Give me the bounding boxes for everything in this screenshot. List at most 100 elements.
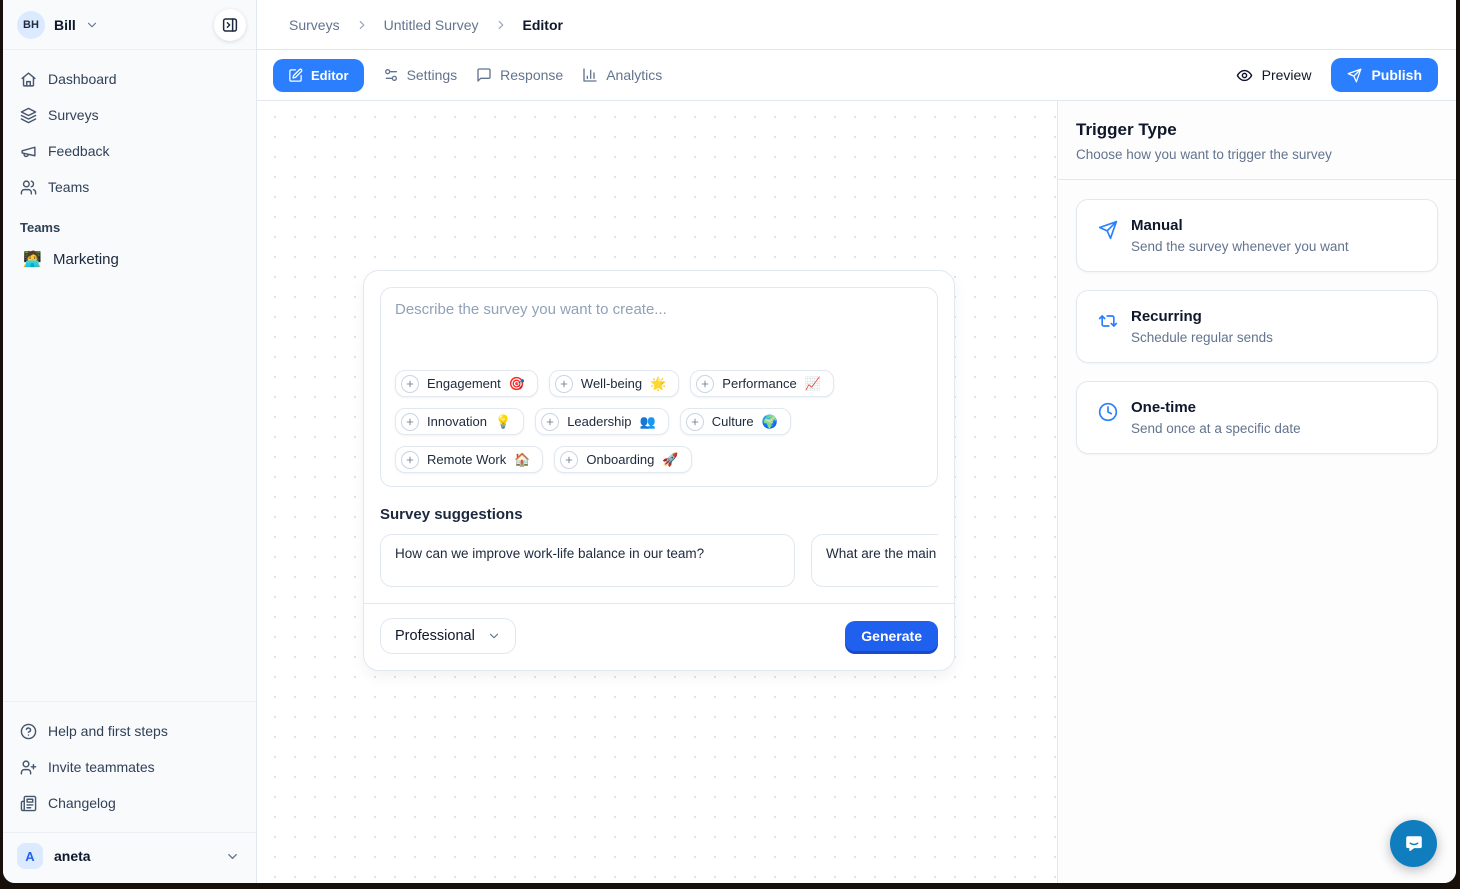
tab-editor[interactable]: Editor — [273, 59, 364, 92]
chip-emoji: 👥 — [640, 414, 656, 430]
chat-launcher-button[interactable] — [1390, 820, 1437, 867]
account-name: aneta — [54, 848, 91, 864]
topic-chips: Engagement 🎯 Well-being 🌟 — [395, 360, 923, 473]
account-menu[interactable]: A aneta — [3, 832, 256, 883]
newspaper-icon — [20, 795, 37, 812]
editor-canvas[interactable]: Engagement 🎯 Well-being 🌟 — [257, 101, 1057, 883]
send-icon — [1098, 220, 1118, 254]
chip-emoji: 💡 — [495, 414, 511, 430]
sidebar-item-label: Surveys — [48, 107, 99, 123]
plus-icon — [560, 451, 578, 469]
suggestion-card[interactable]: What are the main ob — [811, 534, 938, 587]
send-icon — [1347, 68, 1362, 83]
trigger-option-recurring[interactable]: Recurring Schedule regular sends — [1076, 290, 1438, 363]
survey-prompt-box: Engagement 🎯 Well-being 🌟 — [380, 287, 938, 487]
generate-button[interactable]: Generate — [845, 621, 938, 651]
sidebar: BH Bill Dashboard Surv — [3, 0, 257, 883]
tab-response[interactable]: Response — [476, 67, 563, 83]
chip-culture[interactable]: Culture 🌍 — [680, 408, 791, 435]
trigger-option-manual[interactable]: Manual Send the survey whenever you want — [1076, 199, 1438, 272]
chip-leadership[interactable]: Leadership 👥 — [535, 408, 669, 435]
sidebar-item-changelog[interactable]: Changelog — [11, 786, 248, 820]
option-description: Schedule regular sends — [1131, 330, 1273, 345]
plus-icon — [541, 413, 559, 431]
sidebar-item-invite[interactable]: Invite teammates — [11, 750, 248, 784]
trigger-type-panel: Trigger Type Choose how you want to trig… — [1057, 101, 1456, 883]
sidebar-item-label: Dashboard — [48, 71, 117, 87]
workspace-switcher[interactable]: BH Bill — [3, 0, 256, 50]
content-row: Engagement 🎯 Well-being 🌟 — [257, 101, 1456, 883]
breadcrumb-editor: Editor — [523, 17, 563, 33]
sidebar-nav: Dashboard Surveys Feedback Teams — [3, 50, 256, 204]
help-circle-icon — [20, 723, 37, 740]
sidebar-item-dashboard[interactable]: Dashboard — [11, 62, 248, 96]
suggestions-title: Survey suggestions — [380, 506, 938, 523]
sidebar-item-feedback[interactable]: Feedback — [11, 134, 248, 168]
publish-button[interactable]: Publish — [1331, 58, 1438, 92]
suggestion-card[interactable]: How can we improve work-life balance in … — [380, 534, 795, 587]
plus-icon — [401, 451, 419, 469]
survey-description-input[interactable] — [395, 301, 923, 360]
chip-emoji: 🌍 — [762, 414, 778, 430]
tab-settings[interactable]: Settings — [383, 67, 458, 83]
chip-performance[interactable]: Performance 📈 — [690, 370, 834, 397]
sliders-icon — [383, 67, 399, 83]
tab-analytics[interactable]: Analytics — [582, 67, 662, 83]
sidebar-item-label: Invite teammates — [48, 759, 155, 775]
option-title: One-time — [1131, 399, 1301, 416]
preview-label: Preview — [1262, 67, 1312, 83]
chip-emoji: 📈 — [805, 376, 821, 392]
collapse-sidebar-button[interactable] — [214, 9, 246, 41]
chip-label: Remote Work — [427, 452, 506, 467]
toolbar-actions: Preview Publish — [1236, 58, 1438, 92]
workspace-avatar: BH — [17, 11, 45, 39]
breadcrumb-untitled-survey[interactable]: Untitled Survey — [384, 17, 479, 33]
users-icon — [20, 179, 37, 196]
sidebar-item-help[interactable]: Help and first steps — [11, 714, 248, 748]
chat-bubble-icon — [1403, 833, 1425, 855]
account-avatar: A — [17, 843, 43, 869]
tone-value: Professional — [395, 628, 475, 644]
clock-icon — [1098, 402, 1118, 436]
plus-icon — [555, 375, 573, 393]
plus-icon — [686, 413, 704, 431]
trigger-option-one-time[interactable]: One-time Send once at a specific date — [1076, 381, 1438, 454]
tone-select[interactable]: Professional — [380, 618, 516, 654]
user-plus-icon — [20, 759, 37, 776]
chip-innovation[interactable]: Innovation 💡 — [395, 408, 524, 435]
chip-remote-work[interactable]: Remote Work 🏠 — [395, 446, 543, 473]
chip-well-being[interactable]: Well-being 🌟 — [549, 370, 679, 397]
chip-label: Innovation — [427, 414, 487, 429]
chip-onboarding[interactable]: Onboarding 🚀 — [554, 446, 691, 473]
repeat-icon — [1098, 311, 1118, 345]
team-label: Marketing — [53, 251, 119, 268]
trigger-options: Manual Send the survey whenever you want… — [1058, 180, 1456, 473]
chip-label: Culture — [712, 414, 754, 429]
chevron-down-icon — [85, 18, 99, 32]
sidebar-team-marketing[interactable]: 🧑‍💻 Marketing — [11, 242, 248, 276]
tab-label: Analytics — [606, 67, 662, 83]
workspace-name: Bill — [54, 17, 76, 33]
chip-emoji: 🚀 — [662, 452, 678, 468]
preview-button[interactable]: Preview — [1236, 67, 1312, 84]
sidebar-item-label: Changelog — [48, 795, 116, 811]
sidebar-item-surveys[interactable]: Surveys — [11, 98, 248, 132]
editor-toolbar: Editor Settings Response Analytics — [257, 50, 1456, 101]
option-description: Send once at a specific date — [1131, 421, 1301, 436]
chip-emoji: 🌟 — [650, 376, 666, 392]
chip-emoji: 🏠 — [514, 452, 530, 468]
technologist-emoji-icon: 🧑‍💻 — [23, 250, 41, 268]
megaphone-icon — [20, 143, 37, 160]
publish-label: Publish — [1371, 67, 1422, 83]
chevron-down-icon — [487, 629, 501, 643]
breadcrumb-surveys[interactable]: Surveys — [289, 17, 340, 33]
chevron-right-icon — [355, 18, 369, 32]
sidebar-item-label: Teams — [48, 179, 89, 195]
survey-composer-card: Engagement 🎯 Well-being 🌟 — [363, 270, 955, 671]
layers-icon — [20, 107, 37, 124]
tab-label: Settings — [407, 67, 458, 83]
suggestions-row: How can we improve work-life balance in … — [380, 534, 938, 587]
chip-engagement[interactable]: Engagement 🎯 — [395, 370, 538, 397]
chip-label: Onboarding — [586, 452, 654, 467]
sidebar-item-teams[interactable]: Teams — [11, 170, 248, 204]
